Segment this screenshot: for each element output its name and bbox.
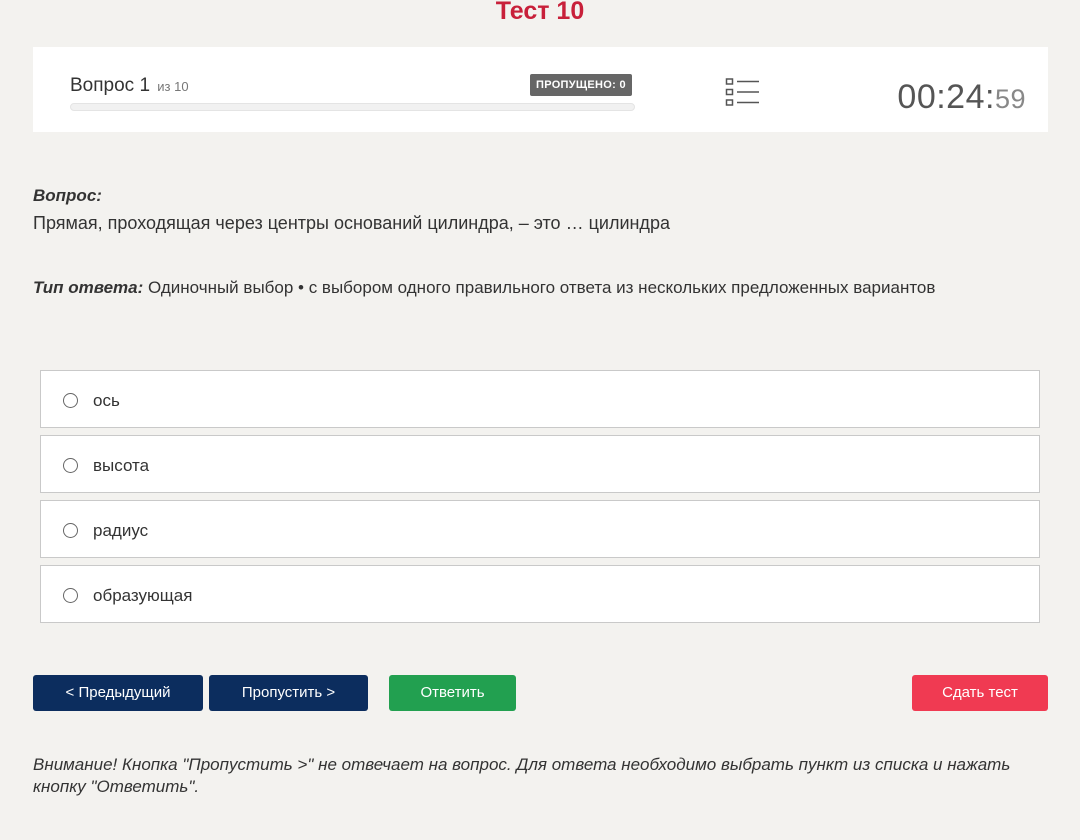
radio-button[interactable] xyxy=(63,588,78,603)
question-total: из 10 xyxy=(157,79,189,94)
question-label: Вопрос: xyxy=(33,186,102,205)
answer-type-text: Одиночный выбор • с выбором одного прави… xyxy=(143,278,936,297)
option-label: образующая xyxy=(93,586,193,605)
question-number: Вопрос 1 xyxy=(70,75,151,96)
question-header: Вопрос 1 из 10 ПРОПУЩЕНО: 0 00:24:59 xyxy=(33,47,1048,132)
answer-options: ось высота радиус образующая xyxy=(40,370,1040,630)
option-label: ось xyxy=(93,391,120,410)
timer: 00:24:59 xyxy=(897,77,1026,119)
option-label: радиус xyxy=(93,521,149,540)
radio-button[interactable] xyxy=(63,458,78,473)
answer-type-label: Тип ответа: xyxy=(33,278,144,297)
page-title: Тест 10 xyxy=(495,0,585,25)
answer-option[interactable]: ось xyxy=(40,370,1040,428)
skipped-badge: ПРОПУЩЕНО: 0 xyxy=(530,74,632,96)
question-counter: Вопрос 1 из 10 xyxy=(70,75,189,97)
answer-option[interactable]: высота xyxy=(40,435,1040,493)
answer-button[interactable]: Ответить xyxy=(389,675,516,711)
submit-test-button[interactable]: Сдать тест xyxy=(912,675,1048,711)
timer-main: 00:24: xyxy=(897,78,995,116)
answer-type: Тип ответа: Одиночный выбор • с выбором … xyxy=(33,278,935,298)
warning-text: Внимание! Кнопка "Пропустить >" не отвеч… xyxy=(33,755,1011,796)
progress-bar xyxy=(70,103,635,111)
timer-seconds: 59 xyxy=(994,84,1026,114)
radio-button[interactable] xyxy=(63,523,78,538)
answer-option[interactable]: радиус xyxy=(40,500,1040,558)
option-label: высота xyxy=(93,456,150,475)
answer-option[interactable]: образующая xyxy=(40,565,1040,623)
skip-button[interactable]: Пропустить > xyxy=(209,675,368,711)
question-list-icon[interactable] xyxy=(725,77,761,109)
question-text: Прямая, проходящая через центры основани… xyxy=(33,213,670,233)
radio-button[interactable] xyxy=(63,393,78,408)
previous-button[interactable]: < Предыдущий xyxy=(33,675,203,711)
